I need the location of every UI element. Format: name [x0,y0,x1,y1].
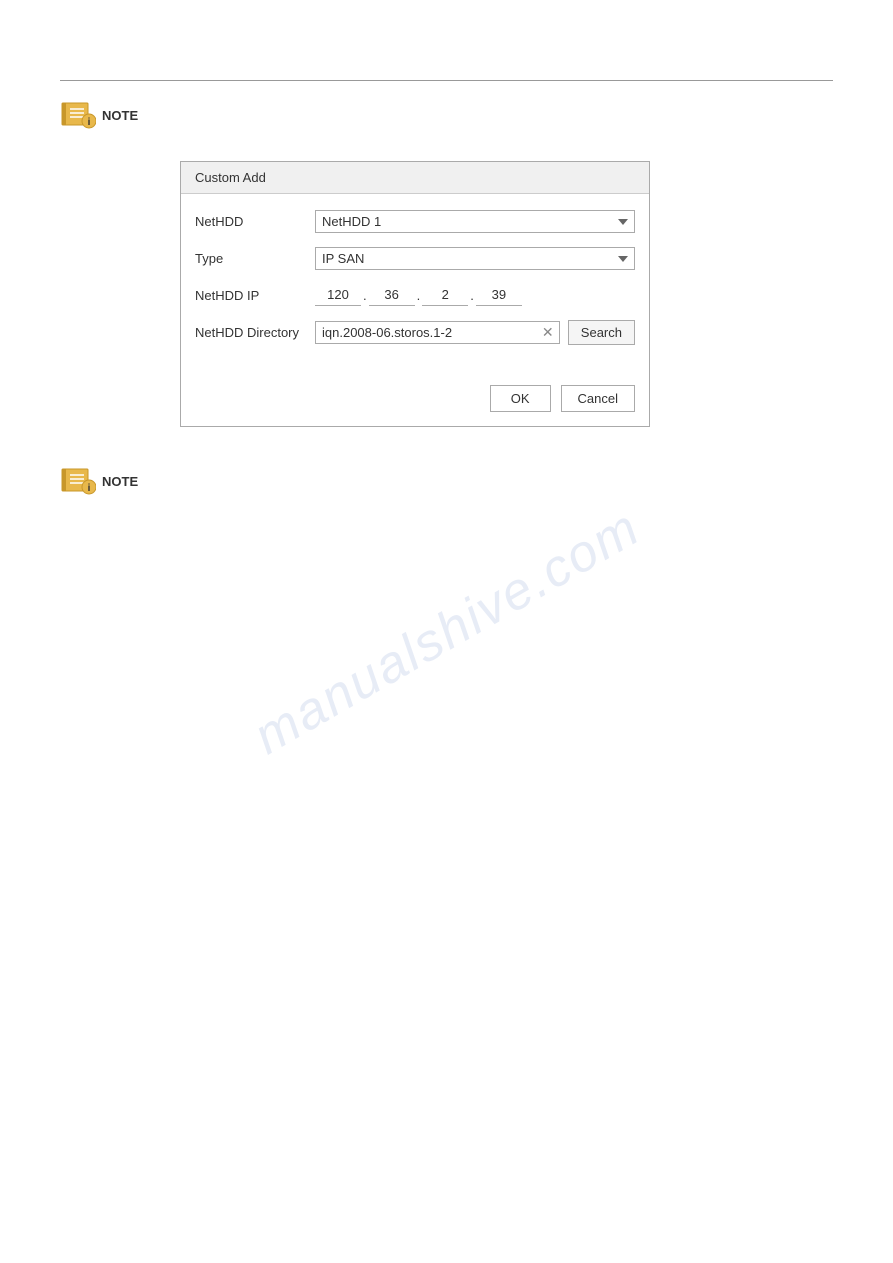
type-label: Type [195,251,315,266]
directory-input-wrapper: ✕ [315,321,560,344]
ip-octet-4[interactable] [476,284,522,306]
type-select[interactable]: IP SAN NFS [315,247,635,270]
note-label-1: NOTE [102,101,138,131]
nethdd-label: NetHDD [195,214,315,229]
nethdd-select[interactable]: NetHDD 1 NetHDD 2 NetHDD 3 [315,210,635,233]
cancel-button[interactable]: Cancel [561,385,635,412]
svg-text:i: i [88,483,91,494]
ok-button[interactable]: OK [490,385,551,412]
svg-text:i: i [88,117,91,128]
note-label-2: NOTE [102,467,138,497]
nethdd-control: NetHDD 1 NetHDD 2 NetHDD 3 [315,210,635,233]
ip-dot-3: . [470,288,474,303]
nethdd-row: NetHDD NetHDD 1 NetHDD 2 NetHDD 3 [195,210,635,233]
nethdd-directory-label: NetHDD Directory [195,325,315,340]
nethdd-ip-control: . . . [315,284,635,306]
custom-add-dialog: Custom Add NetHDD NetHDD 1 NetHDD 2 NetH… [180,161,650,427]
dialog-title: Custom Add [181,162,649,194]
type-row: Type IP SAN NFS [195,247,635,270]
type-control: IP SAN NFS [315,247,635,270]
ip-octet-1[interactable] [315,284,361,306]
dialog-footer: OK Cancel [181,375,649,426]
nethdd-ip-label: NetHDD IP [195,288,315,303]
page-container: manualshive.com i NOTE Cu [0,0,893,1263]
nethdd-directory-row: NetHDD Directory ✕ Search [195,320,635,345]
ip-dot-1: . [363,288,367,303]
note-icon-2: i [60,467,96,497]
book-icon-2: i [60,467,96,495]
dialog-wrapper: Custom Add NetHDD NetHDD 1 NetHDD 2 NetH… [180,161,833,427]
ip-octet-3[interactable] [422,284,468,306]
note-section-2: i NOTE [60,467,833,497]
directory-control: ✕ Search [315,320,635,345]
nethdd-ip-row: NetHDD IP . . . [195,284,635,306]
dialog-body: NetHDD NetHDD 1 NetHDD 2 NetHDD 3 Type [181,194,649,375]
ip-row: . . . [315,284,522,306]
ip-dot-2: . [417,288,421,303]
top-divider [60,80,833,81]
note-section-1: i NOTE [60,101,833,131]
book-icon-1: i [60,101,96,129]
note-icon-1: i [60,101,96,131]
watermark: manualshive.com [243,497,649,766]
ip-octet-2[interactable] [369,284,415,306]
search-button[interactable]: Search [568,320,635,345]
clear-directory-button[interactable]: ✕ [540,325,556,341]
directory-input[interactable] [315,321,560,344]
